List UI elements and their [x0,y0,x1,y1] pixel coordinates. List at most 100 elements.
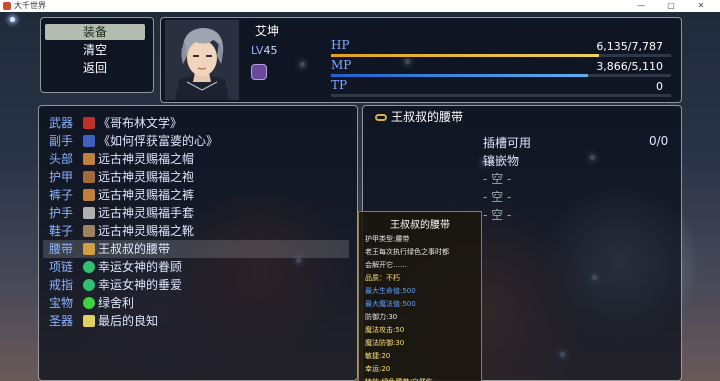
equip-item-name: 《哥布林文学》 [98,116,183,130]
item-detail-line: 最大生命值:500 [365,287,416,295]
item-detail-line: 特效:绿色腰带/自然伤 [365,377,433,381]
item-panel-title-text: 王叔叔的腰带 [391,110,464,124]
item-detail-line: 敏捷:20 [365,352,391,360]
hp-value: 6,135/7,787 [596,40,663,53]
mp-value: 3,866/5,110 [596,60,663,73]
equip-slot-label: 项链 [49,260,74,274]
equip-item-name: 远古神灵赐福之裤 [98,188,195,202]
inlay-label: 镶嵌物 [483,154,520,168]
sparkle-decoration [10,17,15,22]
item-detail-line: 护甲类型:腰带 [365,235,410,243]
game-screen: 装备 清空 返回 艾坤 LV45 HP 6,135/7,787 MP 3,866… [0,12,720,381]
level-value: 45 [263,44,278,57]
actor-name: 艾坤 [255,24,280,38]
blue-book-icon [83,135,95,147]
command-window: 装备 清空 返回 [40,17,154,93]
item-detail-line: 防御力:30 [365,313,398,321]
equip-item-name: 《如何俘获富婆的心》 [98,134,219,148]
item-detail-line: 幸运:20 [365,365,391,373]
equip-slot-row[interactable]: 圣器 最后的良知 [49,312,158,330]
equip-slot-label: 护手 [49,206,74,220]
equip-slot-row[interactable]: 头部 远古神灵赐福之帽 [49,150,194,168]
belt-icon [375,114,387,121]
command-equip[interactable]: 装备 [45,24,145,40]
equipment-slots-window: 武器 《哥布林文学》 副手 《如何俘获富婆的心》 头部 远古神灵赐福之帽 护甲 远古神灵赐福之… [38,105,358,381]
equip-slot-row[interactable]: 戒指 幸运女神的垂爱 [49,276,182,294]
window-title: 大千世界 [14,1,46,10]
equip-slot-row[interactable]: 武器 《哥布林文学》 [49,114,182,132]
item-detail-line: 魔法攻击:50 [365,326,405,334]
hp-gauge-fill [331,54,599,57]
equip-item-name: 幸运女神的垂爱 [98,278,183,292]
item-detail-title: 王叔叔的腰带 [390,220,450,231]
equip-slot-row[interactable]: 护甲 远古神灵赐福之袍 [49,168,194,186]
empty-socket[interactable]: - 空 - [483,188,511,205]
equip-slot-row[interactable]: 护手 远古神灵赐福手套 [49,204,194,222]
equip-slot-label: 头部 [49,152,74,166]
equip-item-name: 远古神灵赐福手套 [98,206,195,220]
mp-label: MP [331,58,352,72]
equip-slot-row[interactable]: 副手 《如何俘获富婆的心》 [49,132,218,150]
equip-slot-label: 鞋子 [49,224,74,238]
equip-slot-label: 圣器 [49,314,74,328]
equip-slot-label: 宝物 [49,296,74,310]
hp-label: HP [331,38,350,52]
level-label: LV [251,44,264,57]
actor-status-window: 艾坤 LV45 HP 6,135/7,787 MP 3,866/5,110 TP… [160,17,682,103]
command-return[interactable]: 返回 [45,60,145,76]
equip-slot-row[interactable]: 项链 幸运女神的眷顾 [49,258,182,276]
hp-gauge-track [331,54,671,57]
tp-label: TP [331,78,348,92]
equip-slot-label: 裤子 [49,188,74,202]
equip-slot-label: 戒指 [49,278,74,292]
robe-icon [83,171,95,183]
equip-item-name: 王叔叔的腰带 [98,242,171,256]
item-detail-line: 老王每次执行绿色之事时都 [365,248,449,256]
equip-slot-row[interactable]: 腰带 王叔叔的腰带 [43,240,349,258]
equip-slot-row[interactable]: 鞋子 远古神灵赐福之靴 [49,222,194,240]
mp-gauge-fill [331,74,589,77]
empty-socket[interactable]: - 空 - [483,206,511,223]
mp-gauge-track [331,74,671,77]
minimize-button[interactable]: — [630,0,652,12]
actor-portrait [165,20,239,100]
equip-slot-label: 副手 [49,134,74,148]
belt-icon [83,243,95,255]
equip-slot-row[interactable]: 宝物 绿舍利 [49,294,134,312]
close-button[interactable]: ✕ [690,0,712,12]
gloves-icon [83,207,95,219]
socket-value: 0/0 [649,134,669,148]
equip-item-name: 远古神灵赐福之袍 [98,170,195,184]
equip-item-name: 最后的良知 [98,314,159,328]
purple-grin-icon [251,64,267,80]
pants-icon [83,189,95,201]
equip-item-name: 幸运女神的眷顾 [98,260,183,274]
green-gem-icon [83,261,95,273]
item-detail-line: 品质：不朽 [365,274,400,282]
equip-slot-label: 护甲 [49,170,74,184]
item-detail-line: 最大魔法值:500 [365,300,416,308]
green-orb-icon [83,297,95,309]
actor-level: LV45 [251,44,277,57]
red-book-icon [83,117,95,129]
equip-item-name: 绿舍利 [98,296,135,310]
empty-socket[interactable]: - 空 - [483,170,511,187]
app-icon [3,2,11,10]
equip-slot-label: 腰带 [49,242,74,256]
maximize-button[interactable]: ▢ [660,0,682,12]
boots-icon [83,225,95,237]
command-clear[interactable]: 清空 [45,42,145,58]
equip-item-name: 远古神灵赐福之帽 [98,152,195,166]
item-detail-tooltip: 王叔叔的腰带 护甲类型:腰带老王每次执行绿色之事时都 会解开它…… 品质：不朽最大生… [358,211,482,381]
equip-slot-row[interactable]: 裤子 远古神灵赐福之裤 [49,186,194,204]
item-detail-line: 魔法防御:30 [365,339,405,347]
tp-gauge-track [331,94,671,97]
equip-item-name: 远古神灵赐福之靴 [98,224,195,238]
green-gem-icon [83,279,95,291]
item-detail-line: 会解开它…… [365,261,407,269]
equip-slot-label: 武器 [49,116,74,130]
socket-label: 插槽可用 [483,136,532,150]
hat-icon [83,153,95,165]
tp-value: 0 [656,80,663,93]
item-panel-title: 王叔叔的腰带 [375,108,463,125]
